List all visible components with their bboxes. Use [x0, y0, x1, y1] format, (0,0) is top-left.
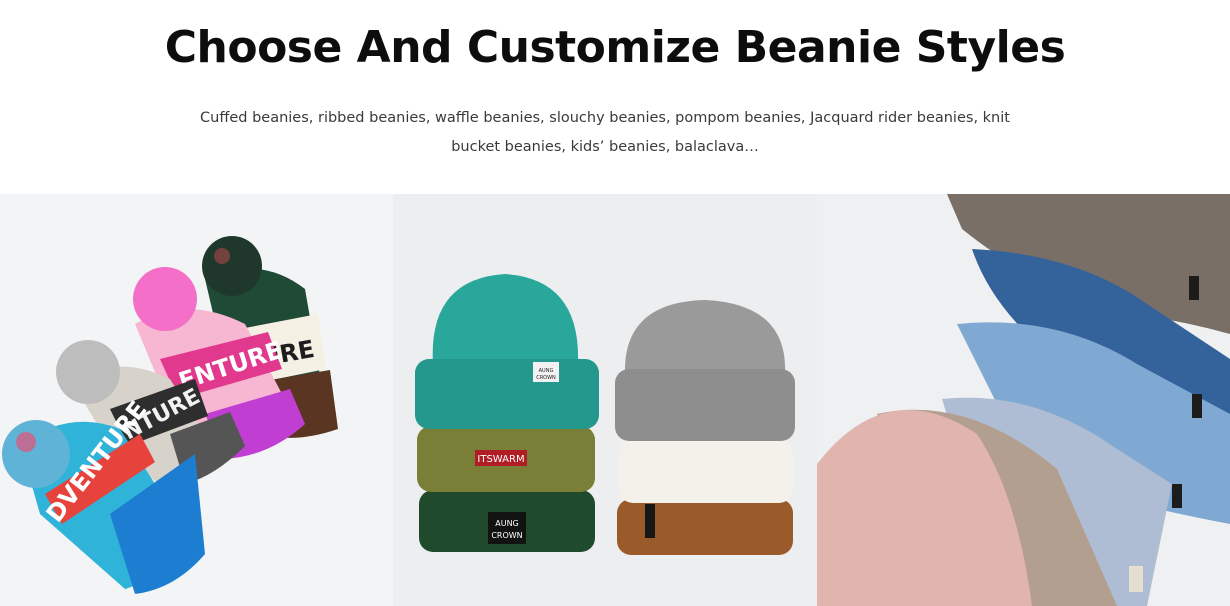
beanie-fan: [817, 194, 1230, 606]
gallery-image-pompom-beanies[interactable]: URE ENTURE NTURE DVENTURE: [0, 194, 393, 606]
gallery-image-cuffed-beanies[interactable]: AUNG CROWN ITSWARM AUNG CROWN: [393, 194, 817, 606]
svg-text:CROWN: CROWN: [536, 375, 556, 381]
section-description: Cuffed beanies, ribbed beanies, waffle b…: [200, 110, 1010, 155]
left-beanie-stack: AUNG CROWN ITSWARM AUNG CROWN: [415, 274, 599, 552]
right-beanie-stack: [615, 300, 795, 555]
section-title: Choose And Customize Beanie Styles: [164, 22, 1066, 73]
svg-text:ITSWARM: ITSWARM: [477, 454, 524, 465]
svg-text:CROWN: CROWN: [491, 531, 522, 540]
svg-text:AUNG: AUNG: [495, 519, 519, 528]
pompom-beanies-illustration: URE ENTURE NTURE DVENTURE: [2, 236, 338, 594]
ribbed-beanies-illustration: [817, 194, 1230, 606]
gallery-image-ribbed-beanies[interactable]: [817, 194, 1230, 606]
svg-text:AUNG: AUNG: [539, 368, 554, 374]
beanie-gallery: URE ENTURE NTURE DVENTURE AUNG CROWN ITS…: [0, 194, 1230, 606]
section-header: Choose And Customize Beanie Styles Cuffe…: [0, 0, 1230, 194]
cuffed-beanies-illustration: AUNG CROWN ITSWARM AUNG CROWN: [415, 274, 795, 555]
